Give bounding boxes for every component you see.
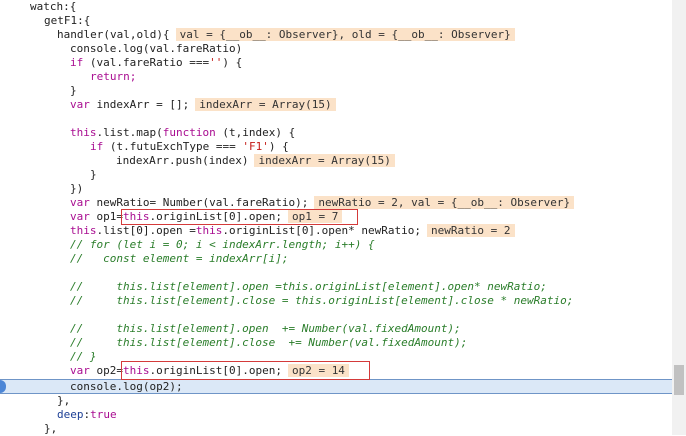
scrollbar-thumb[interactable]: [674, 365, 684, 395]
code-line: }): [70, 182, 84, 195]
inline-value: op2 = 14: [287, 364, 349, 377]
vertical-scrollbar[interactable]: [672, 0, 686, 435]
code-line: console.log(val.fareRatio): [70, 42, 243, 55]
code-editor[interactable]: watch:{ getF1:{ handler(val,old){val = {…: [0, 0, 672, 435]
code-line: },: [57, 394, 71, 407]
code-line: var indexArr = []; indexArr = Array(15): [0, 98, 672, 112]
code-line: // this.list[element].open =this.originL…: [70, 280, 547, 293]
code-line: watch:{: [30, 0, 77, 13]
code-line: }: [70, 84, 77, 97]
code-line: // }: [70, 350, 97, 363]
code-line: var op1=this.originList[0].open; op1 = 7: [0, 210, 672, 224]
code-line: var newRatio= Number(val.fareRatio); newR…: [0, 196, 672, 210]
inline-value: indexArr = Array(15): [195, 98, 336, 111]
code-line: this.list[0].open =this.originList[0].op…: [0, 224, 672, 238]
inline-value: op1 = 7: [287, 210, 343, 223]
code-line: indexArr.push(index) indexArr = Array(15): [0, 154, 672, 168]
code-line: deep:true: [57, 408, 117, 421]
code-line: if (val.fareRatio ==='') {: [70, 56, 243, 69]
code-line: // this.list[element].open += Number(val…: [70, 322, 461, 335]
code-line: },: [44, 422, 58, 435]
code-line: var op2=this.originList[0].open; op2 = 14: [0, 364, 672, 378]
code-line: handler(val,old){val = {__ob__: Observer…: [0, 28, 672, 42]
code-line: // for (let i = 0; i < indexArr.length; …: [70, 238, 375, 251]
code-line: // this.list[element].close = this.origi…: [70, 294, 574, 307]
inline-value: newRatio = 2, val = {__ob__: Observer}: [314, 196, 575, 209]
inline-value: indexArr = Array(15): [254, 154, 395, 167]
code-line: return;: [90, 70, 137, 83]
code-line: // this.list[element].close += Number(va…: [70, 336, 468, 349]
code-line: getF1:{: [44, 14, 91, 27]
inline-value: val = {__ob__: Observer}, old = {__ob__:…: [175, 28, 515, 41]
current-execution-line[interactable]: console.log(op2);: [0, 379, 672, 394]
inline-value: newRatio = 2: [427, 224, 515, 237]
code-line: }: [90, 168, 97, 181]
code-line: if (t.futuExchType === 'F1') {: [90, 140, 289, 153]
code-line: this.list.map(function (t,index) {: [70, 126, 296, 139]
code-line: // const element = indexArr[i];: [70, 252, 289, 265]
